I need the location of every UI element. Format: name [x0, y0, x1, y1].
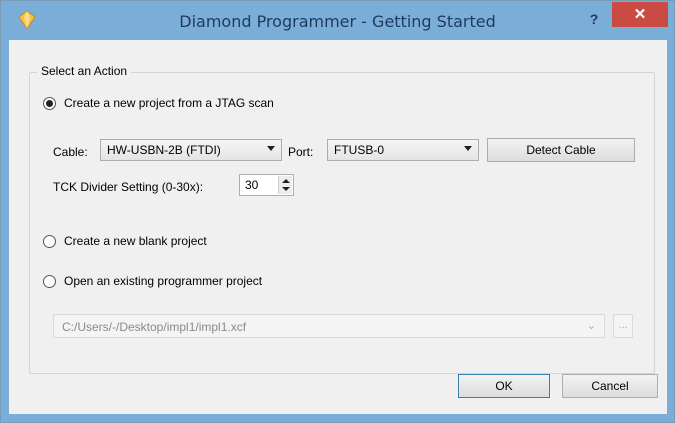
spin-up-icon[interactable]: [282, 179, 290, 183]
port-select[interactable]: FTUSB-0: [327, 139, 479, 161]
port-label: Port:: [288, 145, 314, 159]
dialog-window: Diamond Programmer - Getting Started ? ✕…: [0, 0, 675, 423]
cable-select[interactable]: HW-USBN-2B (FTDI): [100, 139, 282, 161]
chevron-down-icon: [267, 146, 275, 151]
radio-jtag-scan[interactable]: Create a new project from a JTAG scan: [43, 96, 274, 110]
tck-divider-label: TCK Divider Setting (0-30x):: [53, 180, 204, 194]
radio-jtag-scan-label: Create a new project from a JTAG scan: [64, 96, 274, 110]
title-bar[interactable]: Diamond Programmer - Getting Started ? ✕: [1, 1, 674, 40]
close-icon: ✕: [633, 6, 647, 23]
tck-divider-value: 30: [245, 178, 259, 192]
dialog-body: Select an Action Create a new project fr…: [9, 40, 667, 414]
select-action-group-title: Select an Action: [37, 64, 132, 78]
window-title: Diamond Programmer - Getting Started: [179, 12, 496, 31]
port-select-value: FTUSB-0: [334, 143, 385, 157]
help-button[interactable]: ?: [579, 8, 609, 30]
cancel-button[interactable]: Cancel: [562, 374, 658, 398]
detect-cable-button[interactable]: Detect Cable: [487, 138, 635, 162]
radio-open-existing-indicator[interactable]: [43, 274, 56, 288]
tck-divider-spinbox[interactable]: 30: [239, 174, 294, 196]
radio-blank-project[interactable]: Create a new blank project: [43, 234, 207, 248]
radio-jtag-scan-indicator[interactable]: [43, 96, 56, 110]
spin-buttons[interactable]: [278, 176, 292, 194]
cable-label: Cable:: [53, 145, 88, 159]
radio-blank-project-label: Create a new blank project: [64, 234, 207, 248]
browse-button[interactable]: ...: [613, 314, 633, 338]
ok-button[interactable]: OK: [458, 374, 550, 398]
cable-select-value: HW-USBN-2B (FTDI): [107, 143, 221, 157]
radio-open-existing-label: Open an existing programmer project: [64, 274, 263, 288]
radio-open-existing[interactable]: Open an existing programmer project: [43, 274, 262, 288]
close-button[interactable]: ✕: [612, 2, 668, 27]
chevron-down-icon: ⌄: [586, 320, 596, 332]
chevron-down-icon: [464, 146, 472, 151]
project-path-select[interactable]: C:/Users/-/Desktop/impl1/impl1.xcf ⌄: [53, 314, 605, 338]
spin-down-icon[interactable]: [282, 187, 290, 191]
project-path-value: C:/Users/-/Desktop/impl1/impl1.xcf: [62, 320, 247, 334]
radio-blank-project-indicator[interactable]: [43, 234, 56, 248]
